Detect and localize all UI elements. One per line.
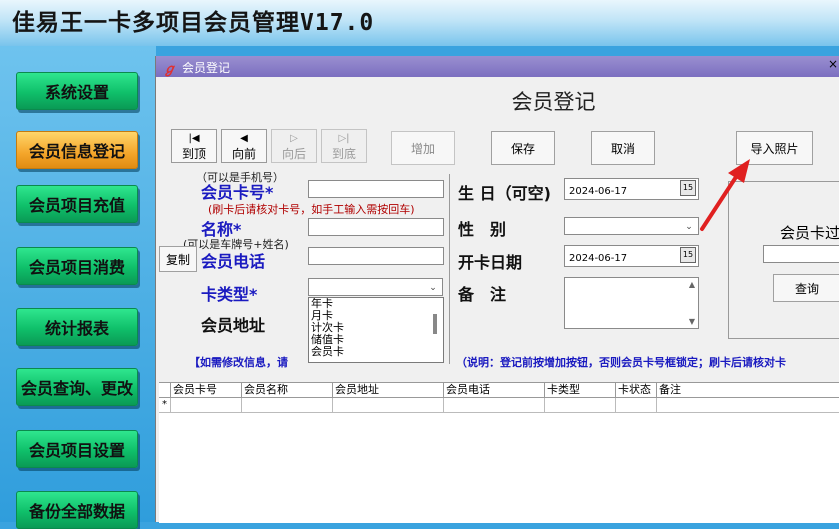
- swipe-hint: (刷卡后请核对卡号，如手工输入需按回车): [208, 203, 415, 216]
- page-title: 会员登记: [511, 90, 596, 114]
- remark-textarea[interactable]: ▲ ▼: [564, 277, 699, 329]
- table-cell[interactable]: [242, 398, 333, 413]
- table-cell[interactable]: [333, 398, 444, 413]
- open-date-input[interactable]: 2024-06-17 15: [564, 245, 699, 267]
- table-cell[interactable]: [444, 398, 545, 413]
- nav-project-settings[interactable]: 会员项目设置: [16, 430, 138, 468]
- first-icon: |◀: [188, 133, 200, 144]
- cancel-button[interactable]: 取消: [591, 131, 655, 165]
- nav-member-register[interactable]: 会员信息登记: [16, 131, 138, 169]
- gender-select[interactable]: ⌄: [564, 217, 699, 235]
- divider: [449, 174, 450, 364]
- phone-input[interactable]: [308, 247, 444, 265]
- gender-label: 性 别: [458, 220, 507, 239]
- card-type-select[interactable]: ⌄: [308, 278, 443, 296]
- add-button[interactable]: 增加: [391, 131, 455, 165]
- notice-left: 【如需修改信息，请: [189, 356, 288, 369]
- card-panel-label: 会员卡过: [780, 224, 839, 242]
- birthday-input[interactable]: 2024-06-17 15: [564, 178, 699, 200]
- phone-label: 会员电话: [201, 252, 266, 271]
- list-scrollbar[interactable]: [433, 314, 437, 334]
- name-input[interactable]: [308, 218, 444, 236]
- column-header[interactable]: 会员名称: [242, 383, 333, 398]
- last-record-button[interactable]: ▷| 到底: [321, 129, 367, 163]
- red-arrow-annotation: [700, 159, 750, 231]
- column-header[interactable]: 备注: [657, 383, 839, 398]
- close-icon[interactable]: ×: [828, 57, 838, 71]
- column-header[interactable]: 会员卡号: [171, 383, 242, 398]
- card-type-label: 卡类型*: [201, 285, 258, 304]
- nav-member-recharge[interactable]: 会员项目充值: [16, 185, 138, 223]
- birthday-label: 生 日（可空): [458, 184, 551, 203]
- nav-system-settings[interactable]: 系统设置: [16, 72, 138, 110]
- card-no-label: 会员卡号*: [201, 183, 274, 202]
- calendar-icon[interactable]: 15: [680, 247, 696, 263]
- prev-icon: ◀: [240, 133, 248, 144]
- remark-label: 备 注: [458, 285, 507, 304]
- nav-backup-data[interactable]: 备份全部数据: [16, 491, 138, 529]
- column-header[interactable]: 卡状态: [616, 383, 657, 398]
- table-cell[interactable]: [545, 398, 616, 413]
- card-no-input[interactable]: [308, 180, 444, 198]
- address-label: 会员地址: [201, 316, 266, 335]
- search-button[interactable]: 查询: [773, 274, 839, 302]
- table-cell[interactable]: [171, 398, 242, 413]
- new-row-marker: *: [159, 398, 171, 413]
- window-title: 会员登记: [182, 61, 231, 75]
- next-icon: ▷: [290, 133, 298, 144]
- card-type-dropdown-list[interactable]: 年卡 月卡 计次卡 储值卡 会员卡: [308, 297, 444, 363]
- nav-member-query[interactable]: 会员查询、更改: [16, 368, 138, 406]
- chevron-down-icon[interactable]: ⌄: [426, 280, 440, 296]
- nav-statistics-report[interactable]: 统计报表: [16, 308, 138, 346]
- window-titlebar[interactable]: ℊ 会员登记 ×: [156, 56, 839, 77]
- table-cell[interactable]: [616, 398, 657, 413]
- card-search-input[interactable]: [763, 245, 839, 263]
- list-item[interactable]: 会员卡: [309, 346, 443, 358]
- column-header[interactable]: 会员电话: [444, 383, 545, 398]
- open-date-label: 开卡日期: [458, 253, 523, 272]
- save-button[interactable]: 保存: [491, 131, 555, 165]
- register-window: ℊ 会员登记 × 会员登记 |◀ 到顶 ◀ 向前 ▷ 向后 ▷| 到底 增加 保存 取消…: [155, 56, 839, 523]
- app-logo-icon: ℊ: [163, 62, 177, 77]
- next-record-button[interactable]: ▷ 向后: [271, 129, 317, 163]
- prev-record-button[interactable]: ◀ 向前: [221, 129, 267, 163]
- notice-right: （说明：登记前按增加按钮，否则会员卡号框锁定；刷卡后请核对卡: [456, 356, 786, 369]
- copy-button[interactable]: 复制: [159, 246, 197, 272]
- first-record-button[interactable]: |◀ 到顶: [171, 129, 217, 163]
- nav-member-consume[interactable]: 会员项目消费: [16, 247, 138, 285]
- column-header[interactable]: 会员地址: [333, 383, 444, 398]
- last-icon: ▷|: [338, 133, 350, 144]
- app-title: 佳易王一卡多项目会员管理V17.0: [12, 10, 375, 36]
- scroll-down-icon[interactable]: ▼: [689, 317, 695, 326]
- row-header-corner: [159, 383, 171, 398]
- column-header[interactable]: 卡类型: [545, 383, 616, 398]
- scroll-up-icon[interactable]: ▲: [689, 280, 695, 289]
- table-cell[interactable]: [657, 398, 839, 413]
- member-table[interactable]: 会员卡号 会员名称 会员地址 会员电话 卡类型 卡状态 备注 *: [159, 382, 839, 523]
